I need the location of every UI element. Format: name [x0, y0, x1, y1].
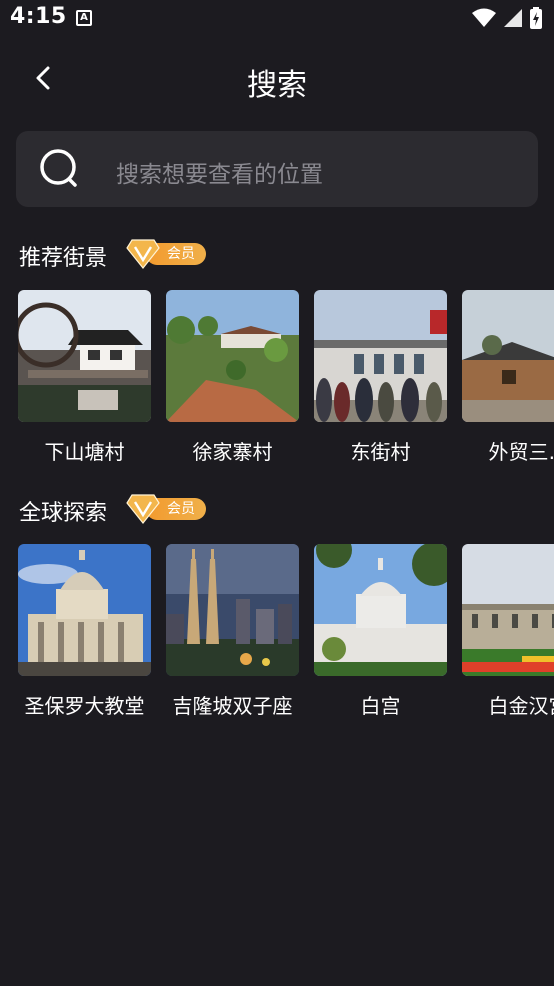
landmark-photo-thumbnail [166, 544, 299, 676]
village-photo-thumbnail [166, 290, 299, 422]
card-label: 东街村 [350, 440, 411, 464]
diamond-icon [126, 239, 160, 269]
cards-area: 下山塘村 徐家寨村 东街村 外贸三 圣保罗大教堂 吉隆坡双子座 白宫 白金汉 [0, 290, 554, 730]
section-title-street-view: 推荐街景 [19, 246, 108, 271]
search-icon [40, 149, 77, 187]
card-buckingham[interactable]: 白金汉宫 [462, 544, 554, 718]
card-label: 圣保罗大教堂 [24, 694, 145, 718]
card-xujiazhai[interactable]: 徐家寨村 [166, 290, 299, 464]
village-photo-thumbnail [18, 290, 151, 422]
page-title: 搜索 [247, 68, 307, 103]
status-icons [472, 7, 542, 29]
card-label: 白金汉宫 [488, 694, 554, 718]
card-white-house[interactable]: 白宫 [314, 544, 447, 718]
card-label: 外贸三… [488, 440, 554, 464]
notification-icon: A [76, 10, 92, 26]
vip-badge: 会员 [126, 238, 210, 272]
card-label: 徐家寨村 [192, 440, 273, 464]
landmark-photo-thumbnail [462, 544, 554, 676]
wifi-icon [472, 8, 496, 27]
card-label: 吉隆坡双子座 [172, 694, 293, 718]
landmark-photo-thumbnail [314, 544, 447, 676]
search-input[interactable]: 搜索想要查看的位置 [16, 131, 538, 207]
card-label: 白宫 [360, 694, 401, 718]
card-waimaosan[interactable]: 外贸三… [462, 290, 554, 464]
card-petronas[interactable]: 吉隆坡双子座 [166, 544, 299, 718]
card-xiashantang[interactable]: 下山塘村 [18, 290, 151, 464]
status-time: 4:15 [10, 4, 67, 29]
landmark-photo-thumbnail [18, 544, 151, 676]
village-photo-thumbnail [314, 290, 447, 422]
village-photo-thumbnail [462, 290, 554, 422]
card-dongjie[interactable]: 东街村 [314, 290, 447, 464]
signal-icon [504, 9, 522, 27]
header: 搜索 [0, 50, 554, 106]
status-bar: 4:15 A [0, 0, 554, 38]
card-label: 下山塘村 [44, 440, 125, 464]
card-st-pauls[interactable]: 圣保罗大教堂 [18, 544, 151, 718]
search-placeholder: 搜索想要查看的位置 [116, 162, 323, 188]
battery-icon [530, 7, 542, 29]
